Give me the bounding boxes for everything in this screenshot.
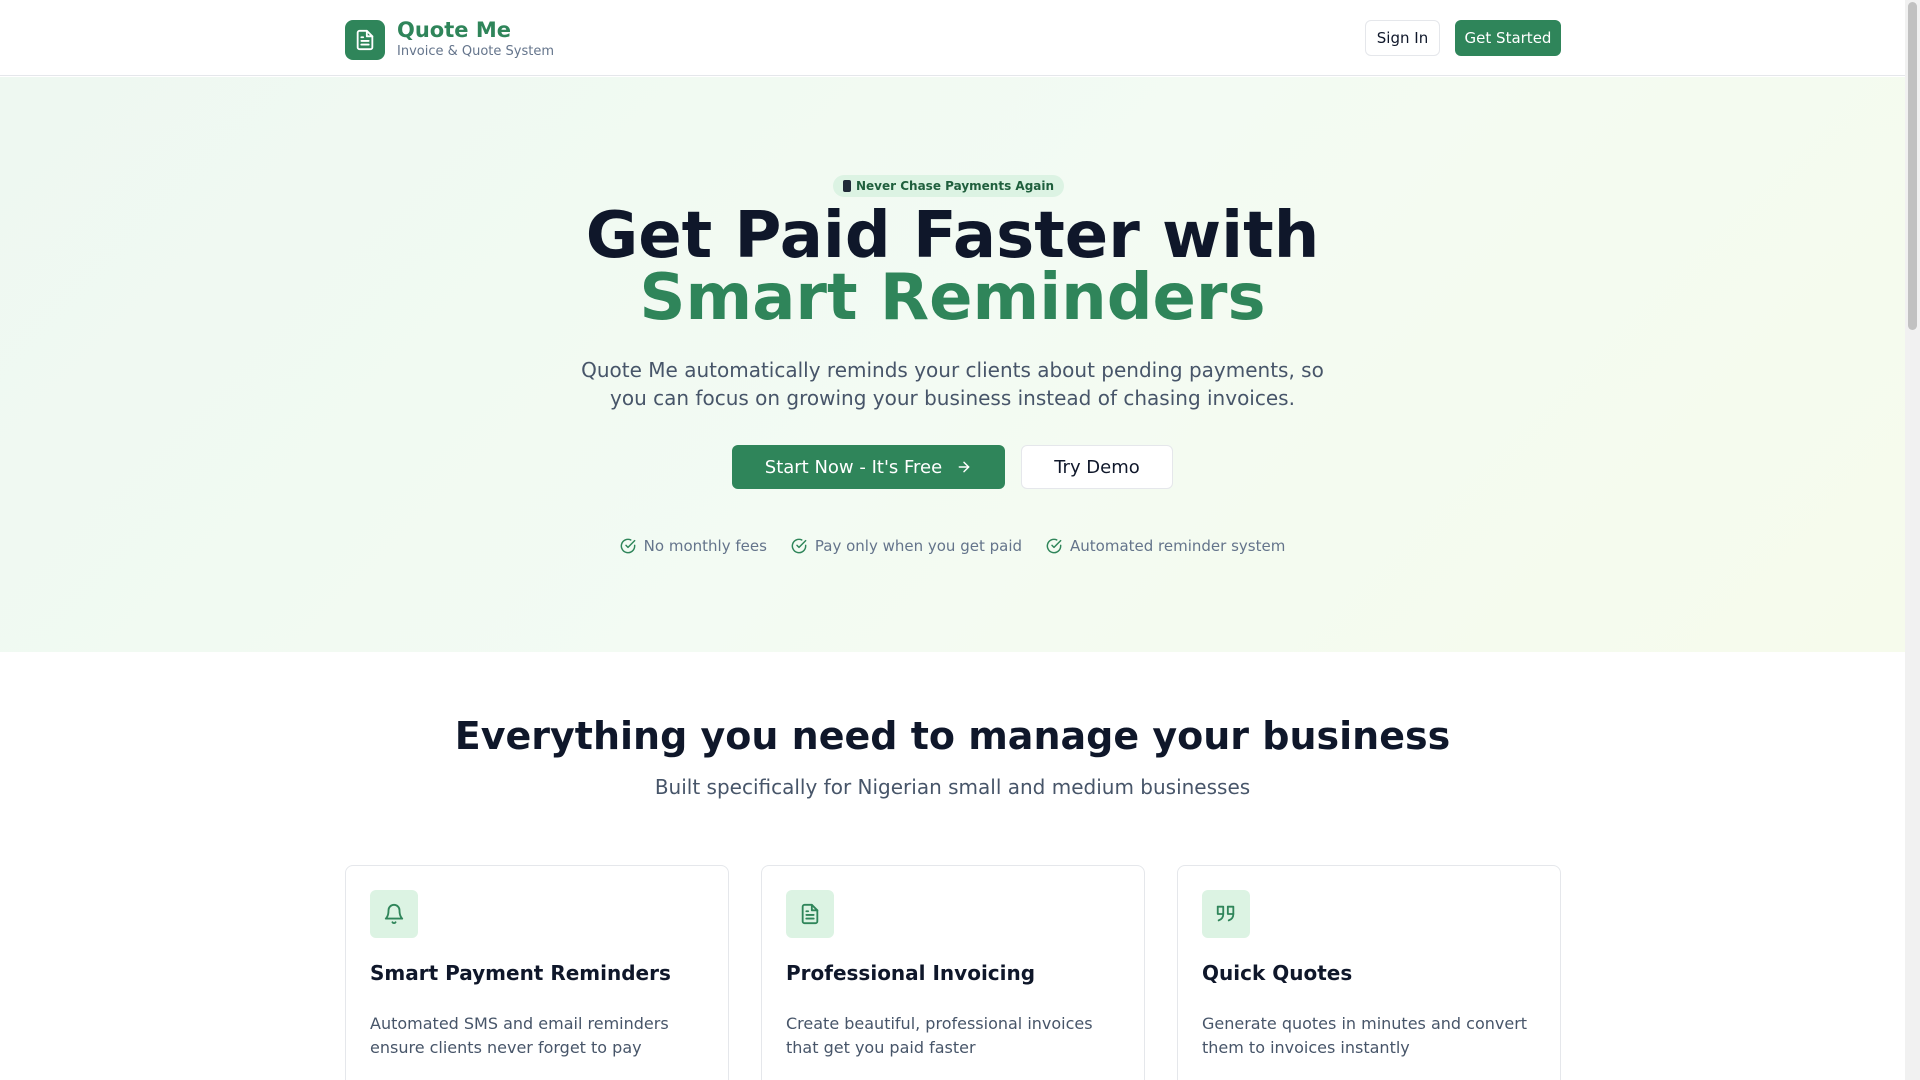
feature-card-reminders: Smart Payment Reminders Automated SMS an… bbox=[345, 865, 729, 1080]
hero-badge-label: Never Chase Payments Again bbox=[856, 179, 1055, 193]
feature-card-invoicing: Professional Invoicing Create beautiful,… bbox=[761, 865, 1145, 1080]
features-title: Everything you need to manage your busin… bbox=[454, 714, 1451, 758]
hero-section: Never Chase Payments Again Get Paid Fast… bbox=[0, 77, 1905, 652]
hero-title-accent: Smart Reminders bbox=[639, 261, 1266, 335]
features-subtitle: Built specifically for Nigerian small an… bbox=[654, 775, 1251, 799]
mobile-phone-icon bbox=[843, 180, 851, 192]
scrollbar-thumb[interactable] bbox=[1908, 2, 1917, 330]
perk-item: Pay only when you get paid bbox=[791, 537, 1022, 555]
arrow-right-icon bbox=[958, 461, 970, 473]
feature-card-title: Professional Invoicing bbox=[786, 961, 1036, 985]
perk-label: Pay only when you get paid bbox=[814, 537, 1023, 555]
sign-in-button[interactable]: Sign In bbox=[1365, 20, 1440, 56]
feature-card-description: Generate quotes in minutes and convert t… bbox=[1202, 1014, 1528, 1057]
perk-label: Automated reminder system bbox=[1070, 537, 1286, 555]
get-started-button[interactable]: Get Started bbox=[1455, 20, 1561, 56]
perks-list: No monthly fees Pay only when you get pa… bbox=[0, 537, 1905, 555]
start-now-button[interactable]: Start Now - It's Free bbox=[732, 445, 1005, 489]
site-header: Quote Me Invoice & Quote System Sign In … bbox=[0, 0, 1905, 76]
feature-card-description: Automated SMS and email reminders ensure… bbox=[370, 1014, 669, 1057]
bell-icon bbox=[370, 890, 418, 938]
perk-label: No monthly fees bbox=[643, 537, 767, 555]
hero-title: Get Paid Faster with Smart Reminders bbox=[0, 204, 1905, 335]
hero-badge: Never Chase Payments Again bbox=[833, 175, 1065, 197]
brand-name: Quote Me bbox=[397, 18, 511, 42]
perk-item: Automated reminder system bbox=[1046, 537, 1285, 555]
check-circle-icon bbox=[620, 538, 636, 554]
feature-card-quotes: Quick Quotes Generate quotes in minutes … bbox=[1177, 865, 1561, 1080]
try-demo-button[interactable]: Try Demo bbox=[1021, 445, 1173, 489]
perk-item: No monthly fees bbox=[620, 537, 767, 555]
start-now-label: Start Now - It's Free bbox=[764, 456, 943, 478]
brand[interactable]: Quote Me Invoice & Quote System bbox=[345, 18, 554, 61]
brand-tagline: Invoice & Quote System bbox=[397, 44, 555, 59]
check-circle-icon bbox=[1046, 538, 1062, 554]
check-circle-icon bbox=[791, 538, 807, 554]
document-icon bbox=[786, 890, 834, 938]
logo-document-icon bbox=[345, 19, 385, 60]
quote-icon bbox=[1202, 890, 1250, 938]
feature-card-title: Quick Quotes bbox=[1202, 961, 1353, 985]
feature-card-title: Smart Payment Reminders bbox=[370, 961, 671, 985]
feature-card-description: Create beautiful, professional invoices … bbox=[786, 1014, 1093, 1057]
hero-description: Quote Me automatically reminds your clie… bbox=[581, 358, 1324, 410]
page-scrollbar[interactable] bbox=[1905, 0, 1920, 1080]
